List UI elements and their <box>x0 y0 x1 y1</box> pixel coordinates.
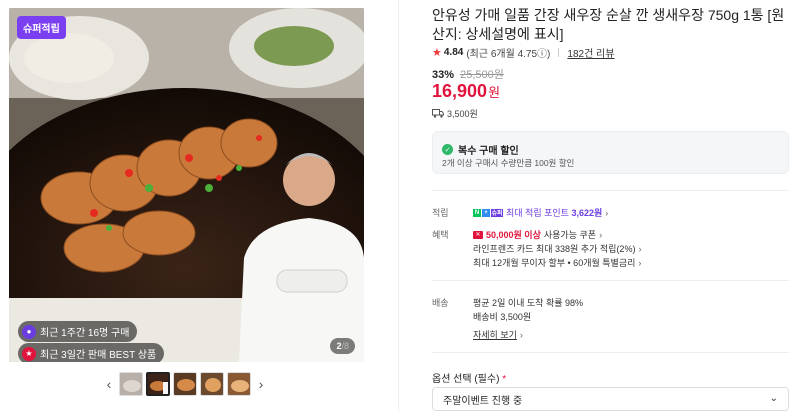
card-benefit-text: 라인프렌즈 카드 최대 338원 추가 적립(2%) <box>473 244 636 254</box>
price-unit: 원 <box>488 85 501 100</box>
thumbnail[interactable] <box>119 372 143 396</box>
perks-label: 혜택 <box>432 230 449 240</box>
installment-row[interactable]: 최대 12개월 무이자 할부 • 60개월 특별금리 › <box>473 256 641 269</box>
npay-icon: N + 슈퍼 <box>473 208 503 217</box>
product-photo <box>9 8 364 362</box>
image-counter: 2/8 <box>330 338 355 354</box>
divider <box>558 48 560 57</box>
truck-icon <box>432 109 444 118</box>
thumbnail-active[interactable] <box>146 372 170 396</box>
thumbnail-strip: ‹ › <box>102 372 268 396</box>
delivery-label: 배송 <box>432 298 449 308</box>
shipping-fee-row: 3,500원 <box>432 107 478 120</box>
chevron-down-icon: ⌄ <box>769 393 778 404</box>
multi-buy-discount-box: ✓ 복수 구매 할인 2개 이상 구매시 수량만큼 100원 할인 <box>432 131 789 174</box>
super-reward-badge: 슈퍼적립 <box>17 16 66 39</box>
chevron-right-icon: › <box>638 257 642 268</box>
section-divider <box>432 352 789 353</box>
shipping-fee-text: 3,500원 <box>447 109 478 119</box>
points-row[interactable]: N + 슈퍼 최대 적립 포인트 3,622원 › <box>473 206 608 219</box>
people-icon: ● <box>22 324 36 339</box>
sale-price: 16,900 원 <box>432 81 500 102</box>
points-text: 최대 적립 포인트 3,622원 <box>506 208 603 218</box>
check-circle-icon: ✓ <box>442 144 453 155</box>
delivery-fee-text: 배송비 3,500원 <box>473 312 532 322</box>
option-selected-value: 주말이벤트 진행 중 <box>443 395 523 407</box>
section-divider <box>432 190 789 191</box>
thumbnail[interactable] <box>227 372 251 396</box>
option-label: 옵션 선택 (필수) * <box>432 374 507 385</box>
multi-buy-desc: 2개 이상 구매시 수량만큼 100원 할인 <box>442 158 575 168</box>
best-seller-pill: ★ 최근 3일간 판매 BEST 상품 <box>18 343 165 362</box>
chevron-right-icon: › <box>519 329 523 340</box>
recent-purchase-text: 최근 1주간 16명 구매 <box>40 328 130 339</box>
best-seller-text: 최근 3일간 판매 BEST 상품 <box>40 350 157 361</box>
rating-row: ★ 4.84 (최근 6개월 4.75ⓘ) 182건 리뷰 <box>432 45 614 60</box>
discount-row: 33% 25,500원 <box>432 66 504 82</box>
thumbnail[interactable] <box>173 372 197 396</box>
required-mark: * <box>502 374 507 385</box>
coupon-text: 사용가능 쿠폰 <box>543 230 597 240</box>
card-benefit-row[interactable]: 라인프렌즈 카드 최대 338원 추가 적립(2%) › <box>473 242 641 255</box>
coupon-icon: ✕ <box>473 230 483 239</box>
rating-recent[interactable]: (최근 6개월 4.75ⓘ) <box>466 45 550 60</box>
product-title: 안유성 가매 일품 간장 새우장 순살 깐 생새우장 750g 1통 [원산지:… <box>432 7 785 42</box>
star-icon: ★ <box>432 47 442 59</box>
delivery-detail-link[interactable]: 자세히 보기 › <box>473 328 523 341</box>
trophy-icon: ★ <box>22 346 36 361</box>
multi-buy-title: 복수 구매 할인 <box>458 146 519 157</box>
product-image-gallery[interactable]: 슈퍼적립 ● 최근 1주간 16명 구매 ★ 최근 3일간 판매 BEST 상품… <box>9 8 364 362</box>
thumbnail[interactable] <box>200 372 224 396</box>
price-number: 16,900 <box>432 81 488 101</box>
next-arrow-icon[interactable]: › <box>254 372 268 396</box>
option-select[interactable]: 주말이벤트 진행 중 ⌄ <box>432 387 789 411</box>
column-divider <box>398 0 399 411</box>
coupon-threshold: 50,000원 이상 <box>486 230 541 240</box>
review-count-link[interactable]: 182건 리뷰 <box>567 45 614 60</box>
chevron-right-icon: › <box>638 243 642 254</box>
rating-score: 4.84 <box>443 47 464 58</box>
installment-text: 최대 12개월 무이자 할부 • 60개월 특별금리 <box>473 258 636 268</box>
chevron-right-icon: › <box>599 229 603 240</box>
coupon-row[interactable]: ✕ 50,000원 이상 사용가능 쿠폰 › <box>473 228 602 241</box>
discount-percent: 33% <box>432 69 455 81</box>
points-label: 적립 <box>432 208 449 218</box>
multi-buy-title-row: ✓ 복수 구매 할인 <box>442 142 519 157</box>
chevron-right-icon: › <box>605 207 609 218</box>
original-price: 25,500원 <box>460 69 504 81</box>
section-divider <box>432 280 789 281</box>
recent-purchase-pill: ● 최근 1주간 16명 구매 <box>18 321 138 342</box>
prev-arrow-icon[interactable]: ‹ <box>102 372 116 396</box>
detail-link-text: 자세히 보기 <box>473 330 517 340</box>
arrival-text: 평균 2일 이내 도착 확률 98% <box>473 298 584 308</box>
